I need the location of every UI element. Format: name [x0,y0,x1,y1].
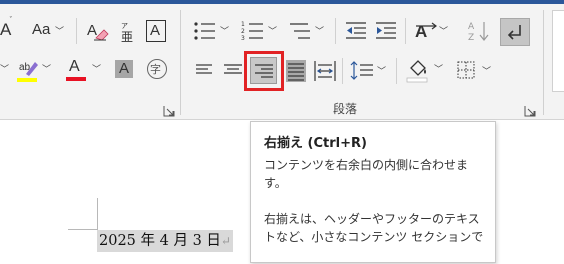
chevron-down-icon: ﹀ [482,67,492,77]
superscript-arrow: ˇ [9,16,13,24]
paint-bucket-icon [406,60,428,83]
svg-text:A: A [87,22,97,39]
paragraph-group-label: 段落 [333,102,358,116]
sort-button[interactable]: A Z [467,18,491,44]
paragraph-styles-separator [543,10,544,115]
group-separator [76,18,77,44]
align-center-icon [224,64,242,74]
chevron-down-icon: ﹀ [377,67,387,77]
character-shading-label: A [119,60,130,77]
increase-indent-button[interactable] [374,18,398,44]
svg-text:2: 2 [241,28,245,35]
bullets-icon [194,22,215,40]
chevron-down-icon: ﹀ [220,27,230,37]
font-dialog-launcher-icon[interactable] [163,102,175,117]
distributed-button[interactable] [313,58,337,84]
svg-text:3: 3 [241,35,245,42]
character-shading-button[interactable]: A [115,58,135,80]
line-spacing-button[interactable]: ﹀ [349,58,387,84]
multilevel-list-button[interactable]: ﹀ [288,18,326,44]
ribbon-top-accent [0,0,564,4]
highlight-color-button[interactable]: ab ﹀ [16,56,52,84]
styles-gallery-edge [552,10,564,92]
enclose-characters-button[interactable]: 字 [146,58,168,80]
align-left-icon [196,64,212,74]
show-paragraph-marks-button[interactable] [500,18,530,46]
chevron-down-icon: ﹀ [439,27,449,37]
tooltip-title: 右揃え (Ctrl+R) [264,136,367,151]
font-color-button[interactable]: A ﹀ [64,56,102,84]
distributed-icon [314,61,336,81]
sort-icon: A Z [468,22,489,43]
toolbar-separator [342,58,343,84]
ribbon: A ˇ Aa ﹀ A ア 亜 A ﹀ ab ﹀ A ﹀ A 字 ﹀ 1 2 3 … [0,0,564,120]
phonetic-guide-icon: ア 亜 [121,22,133,44]
character-border-label: A [150,22,161,39]
justify-icon [286,60,306,82]
numbering-button[interactable]: 1 2 3 ﹀ [241,18,279,44]
margin-corner-horizontal [68,229,98,230]
bullets-button[interactable]: ﹀ [193,18,231,44]
svg-text:A: A [468,22,475,32]
change-case-button[interactable]: Aa ﹀ [30,18,70,44]
chevron-down-icon: ﹀ [42,65,52,75]
align-center-button[interactable] [221,58,245,82]
borders-button[interactable]: ﹀ [455,58,495,84]
chevron-down-icon: ﹀ [55,27,65,37]
align-left-button[interactable] [193,58,217,82]
font-color-bar [66,77,86,81]
paragraph-mark: ↵ [220,234,231,248]
svg-text:亜: 亜 [121,30,133,44]
chevron-down-icon: ﹀ [434,65,444,75]
line-spacing-icon [350,61,373,80]
tooltip-paragraph-1: コンテンツを右余白の内側に合わせます。 [264,158,469,190]
decrease-indent-button[interactable] [344,18,368,44]
decrease-indent-icon [346,22,366,39]
asian-layout-icon: A [415,22,437,41]
tooltip: 右揃え (Ctrl+R) コンテンツを右余白の内側に合わせます。 右揃えは、ヘッ… [250,121,496,263]
svg-text:1: 1 [241,21,245,28]
chevron-down-icon: ﹀ [92,65,102,75]
enclose-characters-label: 字 [150,63,161,76]
toolbar-separator [335,18,336,44]
justify-button[interactable] [284,58,308,84]
text-effects-button[interactable]: ﹀ [0,58,10,82]
change-case-label: Aa [32,21,51,38]
toolbar-separator [405,18,406,44]
paragraph-mark-icon [507,25,521,40]
svg-text:A: A [415,22,427,41]
date-text-line[interactable]: 2025 年 4 月 3 日↵ [97,230,233,252]
multilevel-list-icon [290,23,310,39]
clear-formatting-icon: A [87,22,109,41]
paragraph-dialog-launcher-icon[interactable] [524,102,536,117]
phonetic-guide-button[interactable]: ア 亜 [118,18,140,44]
chevron-down-icon: ﹀ [315,27,325,37]
align-right-button[interactable] [244,51,284,91]
margin-corner-vertical [97,198,98,230]
toolbar-separator [396,58,397,84]
increase-indent-icon [376,22,396,39]
svg-text:Z: Z [468,33,474,43]
highlighter-icon: ab [17,62,38,82]
numbering-icon: 1 2 3 [241,21,263,42]
align-right-icon [255,64,273,78]
date-text: 2025 年 4 月 3 日 [99,233,221,249]
chevron-down-icon: ﹀ [268,27,278,37]
font-paragraph-separator [180,10,181,115]
font-color-label: A [69,58,80,75]
tooltip-body: コンテンツを右余白の内側に合わせます。 右揃えは、ヘッダーやフッターのテキストな… [264,156,490,264]
character-border-button[interactable]: A [145,18,167,44]
font-size-shrink-button[interactable]: A ˇ [0,16,14,44]
chevron-down-icon: ﹀ [0,65,10,75]
svg-text:ア: ア [121,22,128,30]
borders-icon [457,61,475,79]
tooltip-paragraph-2: 右揃えは、ヘッダーやフッターのテキストなど、小さなコンテンツ セクションで [264,212,484,244]
asian-layout-button[interactable]: A ﹀ [414,18,450,44]
clear-formatting-button[interactable]: A [86,18,110,44]
shading-button[interactable]: ﹀ [405,56,445,84]
